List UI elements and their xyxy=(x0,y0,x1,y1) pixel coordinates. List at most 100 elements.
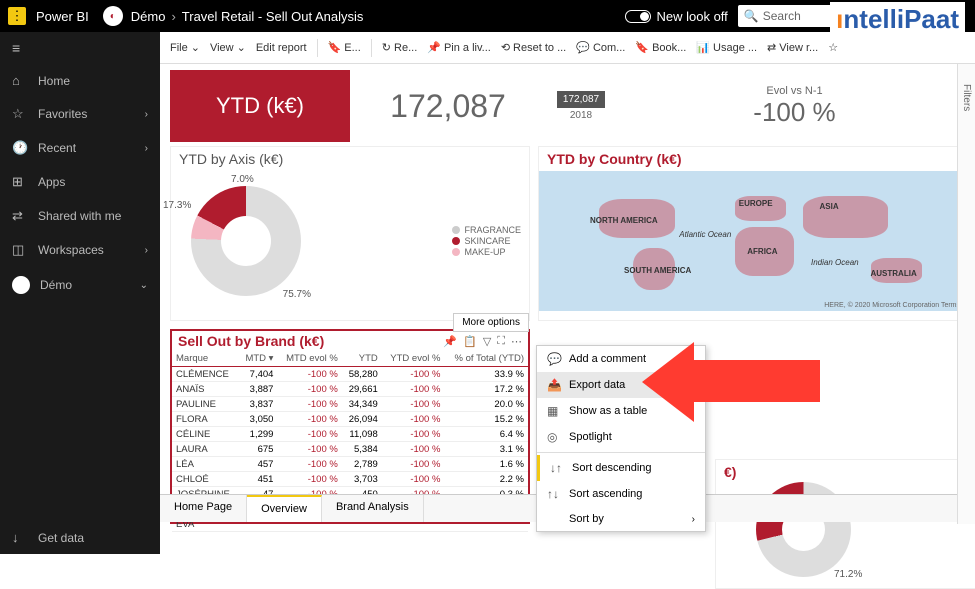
comment-button[interactable]: 💬 Com... xyxy=(576,41,625,54)
slice-label: 75.7% xyxy=(283,289,311,300)
hamburger-icon[interactable]: ≡ xyxy=(0,32,160,64)
favorite-button[interactable]: ☆ xyxy=(828,41,838,54)
column-header[interactable]: % of Total (YTD) xyxy=(444,351,528,367)
kpi-year-label: 2018 xyxy=(570,110,592,121)
chevron-right-icon: › xyxy=(692,514,695,525)
new-look-label: New look off xyxy=(657,9,728,24)
chevron-right-icon: › xyxy=(145,143,148,154)
new-look-toggle[interactable] xyxy=(625,10,651,23)
pin-button[interactable]: 📌 Pin a liv... xyxy=(427,41,491,54)
intellipaat-logo: ıntelliPaat xyxy=(830,2,965,37)
filter-icon[interactable]: ▽ xyxy=(483,335,491,348)
table-row[interactable]: LAURA675-100 %5,384-100 %3.1 % xyxy=(172,442,528,457)
ytd-country-donut[interactable]: €) 71.2% Europe Middle East Africa India xyxy=(715,459,975,589)
comment-icon: 💬 xyxy=(547,352,561,366)
explore-button[interactable]: 🔖 E... xyxy=(328,41,361,54)
map-label: EUROPE xyxy=(739,199,773,208)
column-header[interactable]: Marque xyxy=(172,351,239,367)
chevron-right-icon: › xyxy=(145,245,148,256)
chevron-down-icon: ⌄ xyxy=(140,280,148,291)
map-label: SOUTH AMERICA xyxy=(624,266,691,275)
view-menu[interactable]: View ⌄ xyxy=(210,41,246,54)
ytd-country-map[interactable]: YTD by Country (k€) NORTH AMERICA SOUTH … xyxy=(538,146,965,321)
menu-sort-asc[interactable]: ↑↓Sort ascending xyxy=(537,481,705,507)
table-row[interactable]: CLÉMENCE7,404-100 %58,280-100 %33.9 % xyxy=(172,367,528,382)
map-label: Indian Ocean xyxy=(811,258,859,267)
view-related-button[interactable]: ⇄ View r... xyxy=(767,41,818,54)
sort-asc-icon: ↑↓ xyxy=(547,487,561,501)
filters-pane-collapsed[interactable]: Filters xyxy=(957,64,975,524)
table-row[interactable]: ANAÏS3,887-100 %29,661-100 %17.2 % xyxy=(172,382,528,397)
column-header[interactable]: MTD evol % xyxy=(277,351,341,367)
reset-button[interactable]: ⟲ Reset to ... xyxy=(501,41,566,54)
chart-title: YTD by Country (k€) xyxy=(539,147,964,171)
avatar-icon xyxy=(12,276,30,294)
map-label: AFRICA xyxy=(747,247,777,256)
home-icon: ⌂ xyxy=(12,73,28,88)
share-icon: ⇄ xyxy=(12,208,28,224)
breadcrumb-workspace[interactable]: Démo xyxy=(131,9,166,24)
map-label: NORTH AMERICA xyxy=(590,216,658,225)
copy-icon[interactable]: 📋 xyxy=(463,335,477,348)
focus-icon[interactable]: ⛶ xyxy=(497,335,505,348)
filters-label: Filters xyxy=(961,84,972,111)
clock-icon: 🕐 xyxy=(12,140,28,156)
ytd-axis-chart[interactable]: YTD by Axis (k€) 7.0% 17.3% 75.7% FRAGRA… xyxy=(170,146,530,321)
table-row[interactable]: CÉLINE1,299-100 %11,098-100 %6.4 % xyxy=(172,427,528,442)
left-sidebar: ≡ ⌂Home ☆Favorites› 🕐Recent› ⊞Apps ⇄Shar… xyxy=(0,32,160,554)
menu-spotlight[interactable]: ◎Spotlight xyxy=(537,424,705,450)
sidebar-item-shared[interactable]: ⇄Shared with me xyxy=(0,199,160,233)
sidebar-item-demo[interactable]: Démo⌄ xyxy=(0,267,160,303)
app-launcher-icon[interactable]: ⋮⋮⋮ xyxy=(8,7,26,25)
file-menu[interactable]: File ⌄ xyxy=(170,41,200,54)
getdata-icon: ↓ xyxy=(12,530,28,545)
tab-brand-analysis[interactable]: Brand Analysis xyxy=(322,495,424,522)
sidebar-item-apps[interactable]: ⊞Apps xyxy=(0,165,160,199)
sidebar-item-favorites[interactable]: ☆Favorites› xyxy=(0,97,160,131)
tab-home-page[interactable]: Home Page xyxy=(160,495,247,522)
kpi-year-value: 172,087 xyxy=(557,91,605,108)
kpi-ytd-label: YTD (k€) xyxy=(170,70,350,142)
world-map[interactable]: NORTH AMERICA SOUTH AMERICA EUROPE AFRIC… xyxy=(539,171,964,311)
sidebar-item-recent[interactable]: 🕐Recent› xyxy=(0,131,160,165)
bookmark-button[interactable]: 🔖 Book... xyxy=(635,41,686,54)
more-icon[interactable]: ⋯ xyxy=(511,335,522,348)
kpi-ytd-value: 172,087 xyxy=(358,70,538,142)
export-icon: 📤 xyxy=(547,378,561,392)
column-header[interactable]: YTD xyxy=(342,351,382,367)
table-row[interactable]: LÉA457-100 %2,789-100 %1.6 % xyxy=(172,457,528,472)
breadcrumb-report[interactable]: Travel Retail - Sell Out Analysis xyxy=(182,9,364,24)
menu-sort-desc[interactable]: ↓↑Sort descending xyxy=(537,455,705,481)
pin-icon[interactable]: 📌 xyxy=(443,335,457,348)
sidebar-item-getdata[interactable]: ↓Get data xyxy=(0,521,160,554)
kpi-evol-value: -100 % xyxy=(753,97,835,128)
menu-sort-by[interactable]: Sort by› xyxy=(537,507,705,531)
sort-desc-icon: ↓↑ xyxy=(550,461,564,475)
table-row[interactable]: CHLOÉ451-100 %3,703-100 %2.2 % xyxy=(172,472,528,487)
kpi-year[interactable]: 172,087 2018 xyxy=(546,70,616,142)
slice-label: 71.2% xyxy=(834,569,862,580)
usage-button[interactable]: 📊 Usage ... xyxy=(696,41,757,54)
map-label: AUSTRALIA xyxy=(871,269,917,278)
chevron-right-icon: › xyxy=(145,109,148,120)
table-icon: ▦ xyxy=(547,404,561,418)
apps-icon: ⊞ xyxy=(12,174,28,190)
table-title: Sell Out by Brand (k€) xyxy=(178,333,324,349)
workspace-avatar-icon[interactable]: ◐ xyxy=(103,6,123,26)
chart-title: €) xyxy=(716,460,975,484)
chart-title: YTD by Axis (k€) xyxy=(171,147,529,171)
map-label: ASIA xyxy=(820,202,839,211)
top-bar: ⋮⋮⋮ Power BI ◐ Démo › Travel Retail - Se… xyxy=(0,0,975,32)
breadcrumb-sep: › xyxy=(171,9,175,24)
tab-overview[interactable]: Overview xyxy=(247,495,322,522)
sidebar-item-workspaces[interactable]: ◫Workspaces› xyxy=(0,233,160,267)
table-row[interactable]: PAULINE3,837-100 %34,349-100 %20.0 % xyxy=(172,397,528,412)
table-row[interactable]: FLORA3,050-100 %26,094-100 %15.2 % xyxy=(172,412,528,427)
refresh-button[interactable]: ↻ Re... xyxy=(382,41,417,54)
column-header[interactable]: YTD evol % xyxy=(382,351,445,367)
more-options-button[interactable]: More options xyxy=(453,313,529,332)
annotation-arrow xyxy=(690,360,820,402)
edit-report-button[interactable]: Edit report xyxy=(256,42,307,54)
column-header[interactable]: MTD ▾ xyxy=(239,351,278,367)
sidebar-item-home[interactable]: ⌂Home xyxy=(0,64,160,97)
